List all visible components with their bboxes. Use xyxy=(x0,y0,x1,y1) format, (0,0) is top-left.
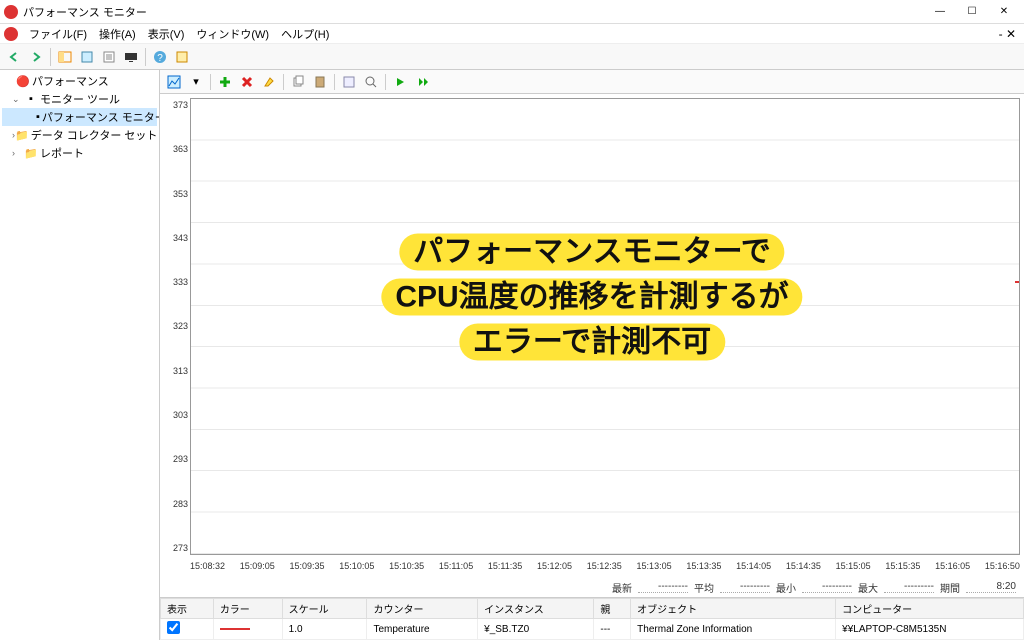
stat-avg-label: 平均 xyxy=(694,580,714,595)
menu-help[interactable]: ヘルプ(H) xyxy=(275,26,335,42)
stat-max-label: 最大 xyxy=(858,580,878,595)
folder-icon: ▪ xyxy=(24,93,38,105)
col-parent[interactable]: 親 xyxy=(594,599,631,619)
col-object[interactable]: オブジェクト xyxy=(631,599,836,619)
paste-button[interactable] xyxy=(310,72,330,92)
perfmon-toolbar: ▾ xyxy=(160,70,1024,94)
col-show[interactable]: 表示 xyxy=(161,599,214,619)
chart-cursor-mark xyxy=(1015,281,1019,283)
col-scale[interactable]: スケール xyxy=(282,599,367,619)
help-button[interactable]: ? xyxy=(150,47,170,67)
tree-data-collector[interactable]: ›📁 データ コレクター セット xyxy=(2,126,157,144)
back-button[interactable] xyxy=(4,47,24,67)
menu-bar: ファイル(F) 操作(A) 表示(V) ウィンドウ(W) ヘルプ(H) - ✕ xyxy=(0,24,1024,44)
counter-name: Temperature xyxy=(367,619,478,640)
properties-button[interactable] xyxy=(339,72,359,92)
menu-close-x[interactable]: - ✕ xyxy=(995,27,1020,41)
counter-parent: --- xyxy=(594,619,631,640)
show-hide-tree-button[interactable] xyxy=(55,47,75,67)
collector-icon: 📁 xyxy=(15,129,29,142)
update-button[interactable] xyxy=(412,72,432,92)
counter-row[interactable]: 1.0 Temperature ¥_SB.TZ0 --- Thermal Zon… xyxy=(161,619,1024,640)
app-icon xyxy=(4,5,18,19)
maximize-button[interactable]: ☐ xyxy=(956,1,988,23)
tree-root-performance[interactable]: 🔴 パフォーマンス xyxy=(2,72,157,90)
col-counter[interactable]: カウンター xyxy=(367,599,478,619)
navigation-tree: 🔴 パフォーマンス ⌄▪ モニター ツール ▪ パフォーマンス モニター ›📁 … xyxy=(0,70,160,640)
stat-duration-value: 8:20 xyxy=(966,581,1016,593)
counter-scale: 1.0 xyxy=(282,619,367,640)
app-icon-small xyxy=(4,27,18,41)
chart-plot[interactable] xyxy=(190,98,1020,555)
stat-latest-label: 最新 xyxy=(612,580,632,595)
counter-color-swatch xyxy=(220,628,250,630)
counter-computer: ¥¥LAPTOP-C8M5135N xyxy=(836,619,1024,640)
x-axis: 15:08:3215:09:0515:09:3515:10:0515:10:35… xyxy=(190,561,1020,577)
y-axis: 373363353343333323313303293283273 xyxy=(164,98,190,573)
forward-button[interactable] xyxy=(26,47,46,67)
perf-root-icon: 🔴 xyxy=(16,75,30,88)
col-instance[interactable]: インスタンス xyxy=(478,599,594,619)
delete-counter-button[interactable] xyxy=(237,72,257,92)
menu-action[interactable]: 操作(A) xyxy=(93,26,142,42)
col-computer[interactable]: コンピューター xyxy=(836,599,1024,619)
col-color[interactable]: カラー xyxy=(213,599,282,619)
tree-label: データ コレクター セット xyxy=(31,127,158,143)
monitor-icon: ▪ xyxy=(36,111,40,123)
properties-button[interactable] xyxy=(77,47,97,67)
title-bar: パフォーマンス モニター — ☐ ✕ xyxy=(0,0,1024,24)
monitor-icon[interactable] xyxy=(121,47,141,67)
counter-object: Thermal Zone Information xyxy=(631,619,836,640)
stat-duration-label: 期間 xyxy=(940,580,960,595)
tree-performance-monitor[interactable]: ▪ パフォーマンス モニター xyxy=(2,108,157,126)
add-counter-button[interactable] xyxy=(215,72,235,92)
counter-list: 表示 カラー スケール カウンター インスタンス 親 オブジェクト コンピュータ… xyxy=(160,597,1024,640)
tree-report[interactable]: ›📁 レポート xyxy=(2,144,157,162)
counter-show-checkbox[interactable] xyxy=(167,621,180,634)
highlight-button[interactable] xyxy=(259,72,279,92)
stat-latest-value: --------- xyxy=(638,581,688,593)
export-button[interactable] xyxy=(99,47,119,67)
close-button[interactable]: ✕ xyxy=(988,1,1020,23)
tree-label: パフォーマンス xyxy=(32,73,109,89)
copy-button[interactable] xyxy=(288,72,308,92)
freeze-button[interactable] xyxy=(390,72,410,92)
view-chart-button[interactable] xyxy=(164,72,184,92)
window-title: パフォーマンス モニター xyxy=(23,4,924,20)
stat-min-label: 最小 xyxy=(776,580,796,595)
menu-view[interactable]: 表示(V) xyxy=(142,26,191,42)
stat-max-value: --------- xyxy=(884,581,934,593)
counter-instance: ¥_SB.TZ0 xyxy=(478,619,594,640)
report-icon: 📁 xyxy=(24,147,38,160)
tree-monitor-tools[interactable]: ⌄▪ モニター ツール xyxy=(2,90,157,108)
tree-label: パフォーマンス モニター xyxy=(42,109,160,125)
menu-window[interactable]: ウィンドウ(W) xyxy=(190,26,275,42)
tree-label: モニター ツール xyxy=(40,91,120,107)
stat-min-value: --------- xyxy=(802,581,852,593)
mmc-toolbar: ? xyxy=(0,44,1024,70)
minimize-button[interactable]: — xyxy=(924,1,956,23)
svg-text:?: ? xyxy=(157,53,163,64)
zoom-button[interactable] xyxy=(361,72,381,92)
chart-area: 373363353343333323313303293283273 15:08:… xyxy=(160,94,1024,577)
view-dropdown[interactable]: ▾ xyxy=(186,72,206,92)
stats-bar: 最新 --------- 平均 --------- 最小 --------- 最… xyxy=(160,577,1024,597)
stat-avg-value: --------- xyxy=(720,581,770,593)
menu-file[interactable]: ファイル(F) xyxy=(23,26,93,42)
chart-grid xyxy=(191,99,1019,554)
snapshot-button[interactable] xyxy=(172,47,192,67)
tree-label: レポート xyxy=(40,145,84,161)
